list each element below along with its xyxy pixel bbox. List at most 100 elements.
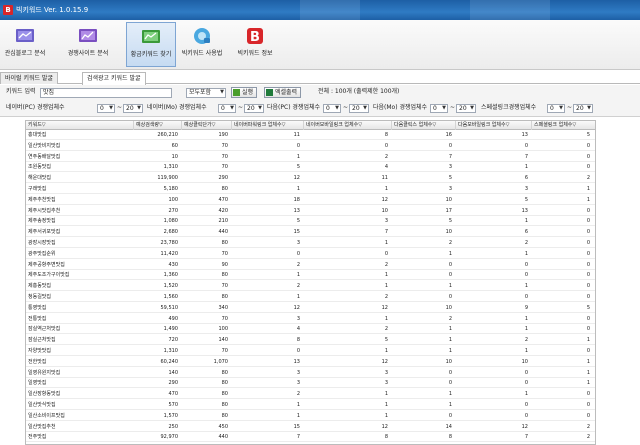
value-cell: 1 <box>448 391 452 398</box>
table-row[interactable]: 제주시맛집추천 270 420 13 10 17 13 0 <box>26 207 595 216</box>
table-row[interactable]: 전한맛집 60,240 1,070 13 12 10 10 1 <box>26 358 595 367</box>
table-row[interactable]: 일영맛집 290 80 3 3 0 0 1 <box>26 379 595 389</box>
golden-keyword-icon <box>142 30 160 43</box>
value-cell: 3 <box>448 164 452 171</box>
table-row[interactable]: 자양맛맛집 1,310 70 0 1 1 1 0 <box>26 347 595 356</box>
value-cell: 16 <box>445 132 452 138</box>
daum-mo-from-select[interactable]: 0 ▼ <box>430 104 448 113</box>
special-link-to-select[interactable]: 20 ▼ <box>573 104 593 113</box>
excel-export-button[interactable]: 엑셀출력 <box>264 87 302 98</box>
chevron-down-icon: ▼ <box>258 105 262 111</box>
value-cell: 3 <box>296 240 300 246</box>
special-link-from-select[interactable]: 0 ▼ <box>547 104 565 113</box>
table-row[interactable]: 제흥동맛집 1,520 70 2 1 1 1 0 <box>26 282 595 292</box>
table-row[interactable]: 조원동맛집 1,310 70 5 4 3 1 0 <box>26 163 595 173</box>
daum-mo-from-value: 0 <box>433 105 437 112</box>
value-cell: 250 <box>168 423 178 430</box>
table-row[interactable]: 일산소비이프맛집 1,570 80 1 1 0 0 0 <box>26 412 595 421</box>
keyword-cell: 잠실역근처맛집 <box>28 326 61 333</box>
naver-mo-to-select[interactable]: 20 ▼ <box>244 104 264 113</box>
value-cell: 1 <box>296 186 300 192</box>
table-row[interactable]: 전통맛집 490 70 3 1 2 1 0 <box>26 315 595 324</box>
table-row[interactable]: 일산맛비지맛집 60 70 0 0 0 0 0 <box>26 142 595 151</box>
daum-pc-from-select[interactable]: 0 ▼ <box>323 104 341 113</box>
competitor-site-button[interactable]: 경쟁사이트 분석 <box>51 22 125 67</box>
table-row[interactable]: 제주도조가구이맛집 1,360 80 1 1 0 0 0 <box>26 271 595 281</box>
column-header-naver-mobile[interactable]: 네이버모바일링크 업체수▽ <box>304 121 392 130</box>
table-row[interactable]: 해운대맛집 119,900 290 12 11 5 6 2 <box>26 174 595 184</box>
value-cell: 0 <box>448 142 452 149</box>
keyword-label: 키워드 입력 <box>6 88 36 95</box>
scope-select[interactable]: 모두포함 ▼ <box>186 88 226 98</box>
title-bar[interactable]: B 빅키워드 Ver. 1.0.15.9 <box>0 0 640 20</box>
column-header-keyword[interactable]: 키워드▽ <box>26 121 134 130</box>
column-header-daum-mobile[interactable]: 다음모바일링크 업체수▽ <box>456 121 532 130</box>
value-cell: 7 <box>384 229 388 236</box>
tab-bar: 바이럴 키워드 발굴 검색광고 키워드 발굴 <box>0 72 640 85</box>
value-cell: 3 <box>296 369 300 376</box>
table-row[interactable]: 일산맛집추천 250 450 15 12 14 12 2 <box>26 423 595 432</box>
column-header-cpc[interactable]: 예상클릭단가▽ <box>182 121 232 130</box>
naver-pc-to-select[interactable]: 20 ▼ <box>123 104 143 113</box>
column-header-search-volume[interactable]: 예상검색량▽ <box>134 121 182 130</box>
blog-analysis-button[interactable]: 관심블로그 분석 <box>0 22 50 67</box>
tab-search-ad-keyword[interactable]: 검색광고 키워드 발굴 <box>82 72 146 85</box>
daum-pc-to-select[interactable]: 20 ▼ <box>349 104 369 113</box>
table-row[interactable]: 구래맛집 5,180 80 1 1 3 3 1 <box>26 185 595 194</box>
table-row[interactable]: 제주공항주변맛집 430 90 2 2 0 0 0 <box>26 261 595 270</box>
usage-guide-button[interactable]: 빅키워드 사용법 <box>177 22 227 67</box>
chevron-down-icon: ▼ <box>442 105 446 111</box>
tab-viral-keyword[interactable]: 바이럴 키워드 발굴 <box>0 72 58 84</box>
column-header-naver-powerlink[interactable]: 네이버파워링크 업체수▽ <box>232 121 304 130</box>
table-row[interactable]: 제주서귀포맛집 2,680 440 15 7 10 6 0 <box>26 228 595 238</box>
value-cell: 80 <box>221 186 228 192</box>
chevron-down-icon: ▼ <box>470 105 474 111</box>
table-row[interactable]: 일산장항동맛집 470 80 2 1 1 1 0 <box>26 390 595 400</box>
value-cell: 260,210 <box>157 132 178 138</box>
value-cell: 0 <box>586 153 590 160</box>
excel-icon <box>266 89 273 96</box>
keyword-cell: 통영맛집 <box>28 304 47 311</box>
table-row[interactable]: 일산맛식맛집 570 80 1 1 1 0 0 <box>26 401 595 410</box>
value-cell: 70 <box>221 153 228 160</box>
table-row[interactable]: 광주맛집순위 11,420 70 0 0 1 1 0 <box>26 250 595 259</box>
value-cell: 0 <box>586 142 590 149</box>
value-cell: 1,310 <box>163 164 178 171</box>
value-cell: 12 <box>381 423 388 430</box>
value-cell: 80 <box>221 402 228 408</box>
daum-mo-to-select[interactable]: 20 ▼ <box>456 104 476 113</box>
table-row[interactable]: 통영맛집 59,510 340 12 12 10 9 5 <box>26 304 595 313</box>
value-cell: 1,310 <box>163 348 178 354</box>
value-cell: 1 <box>524 218 528 225</box>
keyword-table[interactable]: 키워드▽ 예상검색량▽ 예상클릭단가▽ 네이버파워링크 업체수▽ 네이버모바일링… <box>25 120 596 445</box>
value-cell: 70 <box>221 348 228 354</box>
run-button[interactable]: 실행 <box>231 87 258 98</box>
keyword-cell: 전한맛집 <box>28 358 47 365</box>
table-row[interactable]: 제주송정맛집 1,080 210 5 3 5 1 0 <box>26 217 595 227</box>
table-row[interactable]: 광장시장맛집 23,780 80 3 1 2 2 0 <box>26 239 595 248</box>
table-row[interactable]: 홍대맛집 260,210 190 11 8 16 13 5 <box>26 131 595 140</box>
table-row[interactable]: 청동길맛집 1,560 80 1 2 0 0 0 <box>26 293 595 302</box>
naver-mo-from-select[interactable]: 0 ▼ <box>218 104 236 113</box>
table-row[interactable]: 연주동배달맛집 10 70 1 2 7 7 0 <box>26 153 595 162</box>
info-button[interactable]: B 빅키워드 정보 <box>230 22 280 67</box>
column-header-daum-clix[interactable]: 다음클릭스 업체수▽ <box>392 121 456 130</box>
value-cell: 0 <box>586 315 590 322</box>
value-cell: 6 <box>524 175 528 182</box>
value-cell: 80 <box>221 272 228 279</box>
value-cell: 1,360 <box>163 272 178 279</box>
table-row[interactable]: 일영유원지맛집 140 80 3 3 0 0 1 <box>26 369 595 378</box>
keyword-input[interactable]: 맛집 <box>40 88 172 98</box>
table-row[interactable]: 전주맛집 92,970 440 7 8 8 7 2 <box>26 433 595 443</box>
keyword-cell: 조원동맛집 <box>28 164 52 171</box>
table-row[interactable]: 잠실근처맛집 720 140 8 5 1 2 1 <box>26 336 595 346</box>
column-header-special-link[interactable]: 스페셜링크 업체수▽ <box>532 121 595 130</box>
naver-pc-from-select[interactable]: 0 ▼ <box>97 104 115 113</box>
golden-keyword-button[interactable]: 황금키워드 찾기 <box>126 22 176 67</box>
table-row[interactable]: 제주추천맛집 100 470 18 12 10 5 1 <box>26 196 595 205</box>
value-cell: 1 <box>586 358 590 365</box>
value-cell: 2 <box>586 423 590 430</box>
table-row[interactable]: 잠실역근처맛집 1,490 100 4 2 1 1 0 <box>26 325 595 335</box>
value-cell: 2 <box>448 240 452 246</box>
value-cell: 92,970 <box>160 434 179 441</box>
